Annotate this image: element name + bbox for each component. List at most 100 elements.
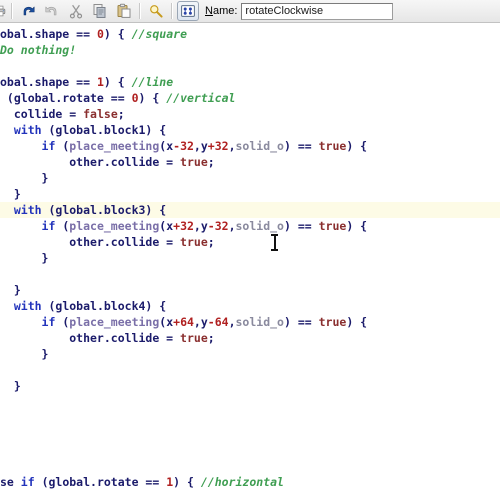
code-token: , bbox=[228, 139, 236, 153]
variables-icon[interactable] bbox=[177, 1, 199, 21]
code-token: 0 bbox=[96, 27, 104, 41]
code-token: ,y bbox=[193, 315, 208, 329]
code-token: if bbox=[41, 139, 56, 153]
code-token: with bbox=[13, 203, 42, 217]
code-token: place_meeting bbox=[69, 139, 160, 153]
code-line[interactable]: other.collide = true; bbox=[0, 154, 500, 170]
code-token: } bbox=[0, 251, 49, 265]
undo-icon[interactable] bbox=[17, 1, 39, 21]
code-token: true bbox=[318, 139, 347, 153]
code-token: (global.block1) { bbox=[41, 123, 167, 137]
code-token: , bbox=[228, 219, 236, 233]
code-line[interactable]: if (place_meeting(x+32,y-32,solid_o) == … bbox=[0, 218, 500, 234]
code-token: +32 bbox=[207, 139, 229, 153]
code-token: ) { bbox=[173, 475, 201, 489]
code-token: //horizontal bbox=[200, 475, 284, 489]
code-token: +64 bbox=[173, 315, 194, 329]
code-line[interactable]: if (place_meeting(x+64,y-64,solid_o) == … bbox=[0, 314, 500, 330]
code-token: } bbox=[0, 379, 21, 393]
code-token: solid_o bbox=[235, 219, 284, 233]
code-token: 0 bbox=[131, 91, 139, 105]
code-token: ; bbox=[207, 235, 215, 249]
code-token: collide bbox=[0, 107, 70, 121]
code-line[interactable] bbox=[0, 410, 500, 426]
code-line[interactable]: obal.shape == 1) { //line bbox=[0, 74, 500, 90]
code-token: ) { bbox=[346, 315, 368, 329]
code-token: solid_o bbox=[235, 315, 284, 329]
code-line[interactable]: collide = false; bbox=[0, 106, 500, 122]
code-editor-area[interactable]: obal.shape == 0) { //square Do nothing! o… bbox=[0, 24, 500, 500]
toolbar-separator bbox=[11, 3, 13, 19]
copy-icon[interactable] bbox=[89, 1, 111, 21]
code-token: ( bbox=[55, 139, 70, 153]
code-line[interactable]: } bbox=[0, 170, 500, 186]
code-line[interactable] bbox=[0, 442, 500, 458]
cut-icon[interactable] bbox=[65, 1, 87, 21]
code-token: true bbox=[318, 219, 347, 233]
code-token: ) bbox=[283, 315, 298, 329]
code-line[interactable] bbox=[0, 426, 500, 442]
code-token: solid_o bbox=[235, 139, 284, 153]
code-token: ; bbox=[207, 331, 215, 345]
code-text[interactable]: obal.shape == 0) { //square Do nothing! o… bbox=[0, 26, 500, 490]
code-line[interactable]: if (place_meeting(x-32,y+32,solid_o) == … bbox=[0, 138, 500, 154]
code-line[interactable]: se if (global.rotate == 1) { //horizonta… bbox=[0, 474, 500, 490]
code-line[interactable]: with (global.block1) { bbox=[0, 122, 500, 138]
code-line[interactable] bbox=[0, 58, 500, 74]
code-token: ( bbox=[55, 315, 70, 329]
code-token: (x bbox=[159, 219, 174, 233]
code-line[interactable]: (global.rotate == 0) { //vertical bbox=[0, 90, 500, 106]
code-token: == bbox=[145, 475, 160, 489]
code-token: place_meeting bbox=[69, 219, 160, 233]
code-token: 1 bbox=[96, 75, 104, 89]
code-token: other.collide bbox=[0, 155, 167, 169]
code-token: ,y bbox=[193, 139, 208, 153]
code-token: ) { bbox=[138, 91, 167, 105]
code-token: (global.block3) { bbox=[41, 203, 167, 217]
code-token: with bbox=[13, 299, 42, 313]
toolbar: Name: rotateClockwise bbox=[0, 0, 500, 23]
code-token: ) bbox=[283, 139, 298, 153]
name-label-accel-char: N bbox=[205, 5, 213, 17]
code-token: == bbox=[76, 27, 91, 41]
code-line[interactable]: } bbox=[0, 346, 500, 362]
code-token: +32 bbox=[173, 219, 194, 233]
code-line[interactable]: } bbox=[0, 186, 500, 202]
code-token: == bbox=[297, 219, 312, 233]
code-line[interactable] bbox=[0, 266, 500, 282]
code-token: (global.rotate bbox=[0, 91, 111, 105]
code-line[interactable]: with (global.block4) { bbox=[0, 298, 500, 314]
print-icon[interactable] bbox=[0, 1, 7, 21]
name-label-rest: ame: bbox=[212, 5, 238, 17]
code-line[interactable] bbox=[0, 362, 500, 378]
search-icon[interactable] bbox=[145, 1, 167, 21]
code-token: (x bbox=[159, 139, 174, 153]
code-line-current[interactable]: with (global.block3) { bbox=[0, 202, 500, 218]
code-token: (global.rotate bbox=[34, 475, 146, 489]
name-input[interactable]: rotateClockwise bbox=[241, 2, 394, 20]
code-line[interactable]: } bbox=[0, 250, 500, 266]
code-token: other.collide bbox=[0, 331, 167, 345]
code-line[interactable]: other.collide = true; bbox=[0, 234, 500, 250]
name-field-label: Name: bbox=[205, 5, 237, 17]
code-line[interactable]: } bbox=[0, 378, 500, 394]
code-token: if bbox=[41, 315, 56, 329]
code-line[interactable] bbox=[0, 458, 500, 474]
paste-icon[interactable] bbox=[113, 1, 135, 21]
code-line[interactable] bbox=[0, 394, 500, 410]
code-token: if bbox=[20, 475, 35, 489]
code-line[interactable]: Do nothing! bbox=[0, 42, 500, 58]
code-line[interactable]: } bbox=[0, 282, 500, 298]
code-token: } bbox=[0, 171, 49, 185]
redo-icon[interactable] bbox=[41, 1, 63, 21]
code-line[interactable]: obal.shape == 0) { //square bbox=[0, 26, 500, 42]
code-line[interactable]: other.collide = true; bbox=[0, 330, 500, 346]
